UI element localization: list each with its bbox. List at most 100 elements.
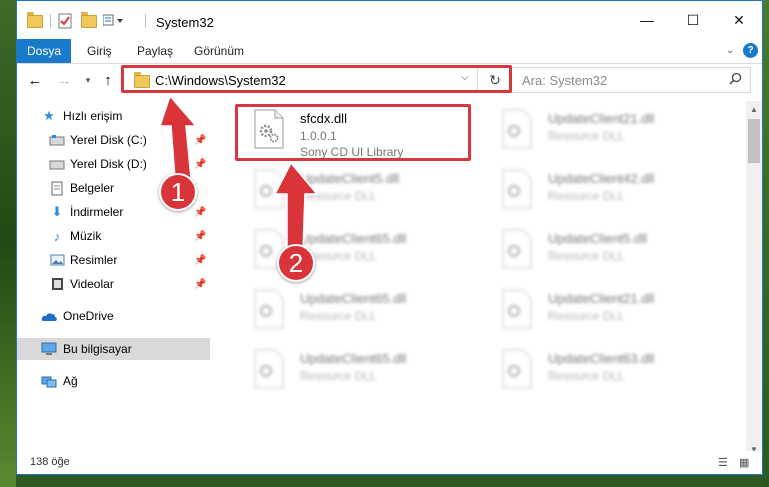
music-icon: ♪: [53, 228, 61, 244]
nav-item-quick-access[interactable]: ★ Hızlı erişim: [17, 105, 210, 127]
dll-file-icon: [501, 289, 533, 329]
folder-icon: [27, 11, 43, 30]
forward-button[interactable]: →: [55, 71, 73, 89]
drive-icon: [49, 156, 65, 172]
minimize-button[interactable]: —: [624, 5, 670, 35]
explorer-window: System32 — ☐ ✕ Dosya Giriş Paylaş Görünü…: [16, 0, 763, 475]
file-name: sfcdx.dll: [300, 111, 347, 126]
dll-file-icon: [253, 109, 285, 149]
file-name: UpdateClient21.dll: [548, 291, 655, 306]
search-input[interactable]: Ara: System32: [522, 73, 607, 88]
search-box[interactable]: Ara: System32: [511, 67, 751, 93]
tab-view[interactable]: Görünüm: [194, 44, 244, 58]
computer-icon: [41, 341, 57, 357]
file-name: UpdateClient65.dll: [300, 291, 407, 306]
divider: [145, 14, 146, 28]
nav-item-pictures[interactable]: Resimler 📌: [17, 249, 210, 271]
nav-item-drive-c[interactable]: Yerel Disk (C:) 📌: [17, 129, 210, 151]
file-name: UpdateClient42.dll: [548, 171, 655, 186]
file-tile[interactable]: UpdateClient5.dll Resource DLL: [243, 163, 478, 221]
nav-label: Yerel Disk (D:): [70, 157, 147, 171]
documents-icon: [49, 180, 65, 196]
tab-file[interactable]: Dosya: [17, 39, 71, 63]
status-bar: 138 öğe ☰ ▦: [17, 451, 762, 474]
dll-file-icon: [253, 289, 285, 329]
file-version: 1.0.0.1: [300, 129, 337, 143]
file-name: UpdateClient5.dll: [548, 231, 648, 246]
pictures-icon: [49, 252, 65, 268]
recent-locations-icon[interactable]: ▾: [79, 71, 97, 89]
download-icon: ⬇: [51, 204, 63, 219]
nav-item-network[interactable]: Ağ: [17, 370, 210, 392]
file-tile[interactable]: UpdateClient21.dll Resource DLL: [491, 283, 726, 341]
nav-item-this-pc[interactable]: Bu bilgisayar: [17, 338, 210, 360]
dll-file-icon: [501, 229, 533, 269]
videos-icon: [49, 276, 65, 292]
folder-icon: [134, 72, 150, 88]
pin-icon[interactable]: 📌: [194, 135, 206, 146]
title-bar: System32 — ☐ ✕: [17, 1, 762, 39]
pin-icon[interactable]: 📌: [194, 279, 206, 290]
scroll-up-icon[interactable]: ▲: [746, 101, 762, 117]
details-view-icon[interactable]: ☰: [718, 456, 732, 469]
nav-item-music[interactable]: ♪ Müzik 📌: [17, 225, 210, 247]
close-button[interactable]: ✕: [716, 5, 762, 35]
address-path[interactable]: C:\Windows\System32: [155, 73, 286, 88]
file-tile[interactable]: UpdateClient5.dll Resource DLL: [491, 223, 726, 281]
nav-item-videos[interactable]: Videolar 📌: [17, 273, 210, 295]
file-tile[interactable]: UpdateClient65.dll Resource DLL: [243, 223, 478, 281]
tiles-view-icon[interactable]: ▦: [739, 456, 753, 469]
file-name: UpdateClient65.dll: [300, 351, 407, 366]
star-icon: ★: [43, 108, 55, 123]
file-name: UpdateClient63.dll: [548, 351, 655, 366]
chevron-down-icon[interactable]: ⌵: [461, 72, 469, 83]
expand-ribbon-icon[interactable]: ⌄: [726, 45, 734, 56]
nav-item-drive-d[interactable]: Yerel Disk (D:) 📌: [17, 153, 210, 175]
dll-file-icon: [501, 169, 533, 209]
dll-file-icon: [253, 169, 285, 209]
nav-item-onedrive[interactable]: OneDrive: [17, 305, 210, 327]
file-description: Sony CD UI Library: [300, 145, 404, 159]
file-type: Resource DLL: [548, 129, 625, 143]
network-icon: [41, 373, 57, 389]
pin-icon[interactable]: 📌: [194, 159, 206, 170]
properties-icon[interactable]: [58, 12, 72, 30]
pin-icon[interactable]: 📌: [194, 207, 206, 218]
file-tile[interactable]: UpdateClient65.dll Resource DLL: [243, 343, 478, 401]
pin-icon[interactable]: 📌: [194, 255, 206, 266]
up-button[interactable]: ↑: [99, 71, 117, 89]
file-name: UpdateClient21.dll: [548, 111, 655, 126]
nav-label: Ağ: [63, 374, 78, 388]
dll-file-icon: [501, 349, 533, 389]
tab-home[interactable]: Giriş: [87, 44, 112, 58]
file-type: Resource DLL: [300, 189, 377, 203]
dll-file-icon: [501, 109, 533, 149]
new-folder-icon[interactable]: [81, 11, 97, 30]
file-type: Resource DLL: [300, 309, 377, 323]
refresh-button[interactable]: ↻: [477, 68, 512, 92]
onedrive-icon: [41, 308, 57, 324]
vertical-scrollbar[interactable]: ▲ ▼: [746, 101, 762, 457]
scroll-thumb[interactable]: [748, 119, 760, 163]
tab-share[interactable]: Paylaş: [137, 44, 173, 58]
customize-toolbar-icon[interactable]: [103, 12, 125, 30]
file-type: Resource DLL: [300, 369, 377, 383]
nav-label: Belgeler: [70, 181, 115, 195]
navigation-pane: ★ Hızlı erişim Yerel Disk (C:) 📌 Yerel D…: [17, 101, 210, 457]
divider: [50, 14, 51, 28]
file-name: UpdateClient5.dll: [300, 171, 400, 186]
help-icon[interactable]: ?: [743, 43, 758, 58]
file-tile[interactable]: UpdateClient63.dll Resource DLL: [491, 343, 726, 401]
pin-icon[interactable]: 📌: [194, 231, 206, 242]
desktop-background-right: [763, 0, 769, 487]
file-tile[interactable]: UpdateClient42.dll Resource DLL: [491, 163, 726, 221]
item-count: 138 öğe: [30, 456, 70, 468]
maximize-button[interactable]: ☐: [670, 5, 716, 35]
nav-label: OneDrive: [63, 309, 114, 323]
nav-label: Yerel Disk (C:): [70, 133, 147, 147]
file-tile[interactable]: UpdateClient65.dll Resource DLL: [243, 283, 478, 341]
back-button[interactable]: ←: [26, 71, 44, 89]
file-tile[interactable]: UpdateClient21.dll Resource DLL: [491, 103, 726, 161]
address-bar[interactable]: C:\Windows\System32 ⌵ ↻: [123, 67, 512, 93]
file-tile-sfcdx[interactable]: sfcdx.dll 1.0.0.1 Sony CD UI Library: [243, 103, 478, 161]
